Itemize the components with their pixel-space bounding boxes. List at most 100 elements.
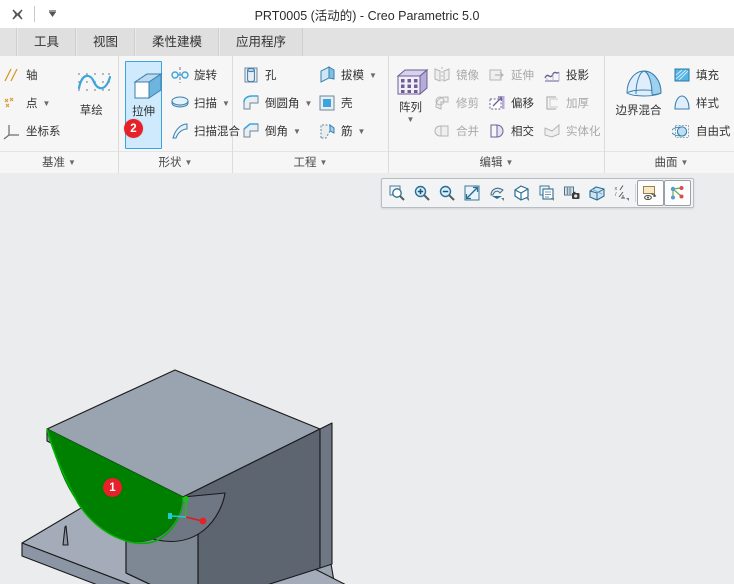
chevron-down-icon[interactable]: ▼ [222,99,230,108]
triad-x-handle [199,517,207,525]
ribbon-item-mirror[interactable]: 镜像 [428,61,483,89]
ribbon-item-coordinate-system[interactable]: 坐标系 [0,117,66,145]
axis-icon [2,65,22,85]
ribbon-item-freestyle[interactable]: 自由式 [668,117,734,145]
close-icon-glyph [12,9,22,19]
perspective-view-icon[interactable] [584,181,609,205]
close-icon[interactable] [6,4,28,24]
swept-blend-icon [170,121,190,141]
display-style-icon[interactable] [509,181,534,205]
ribbon-item-extend[interactable]: 延伸 [483,61,538,89]
editing-column-2: 延伸 偏移 相交 [483,61,538,145]
chevron-down-icon[interactable]: ▼ [369,71,377,80]
quick-access-toolbar [0,0,63,28]
ribbon-group-shapes-label[interactable]: 形状 ▼ [119,151,232,173]
customize-dropdown-icon[interactable] [41,4,63,24]
ribbon-item-fill[interactable]: 填充 [668,61,734,89]
chamfer-icon [241,121,261,141]
triad-z-handle [168,513,172,519]
view-toolbar[interactable]: x / [381,178,694,208]
thicken-icon [542,93,562,113]
ribbon-item-hole[interactable]: 孔 [237,61,313,89]
zoom-to-selection-icon[interactable] [384,181,409,205]
tab-applications[interactable]: 应用程序 [219,28,304,56]
ribbon-item-thicken[interactable]: 加厚 [538,89,600,117]
chevron-down-icon: ▼ [680,158,689,167]
ribbon-item-merge[interactable]: 合并 [428,117,483,145]
ribbon-group-surfaces-label[interactable]: 曲面 ▼ [605,151,734,173]
graphics-area[interactable]: 1 x / [0,173,734,584]
chevron-down-icon[interactable]: ▼ [293,127,301,136]
round-icon [241,93,261,113]
ribbon-item-freestyle-label: 自由式 [696,126,731,138]
engineering-column-1: 孔 倒圆角 ▼ 倒角 ▼ [237,61,313,145]
ribbon-item-solidify-label: 实体化 [566,126,601,138]
tab-flexible-modeling[interactable]: 柔性建模 [135,28,220,56]
ribbon-item-pattern[interactable]: 阵列 ▼ [393,61,428,124]
ribbon-item-fill-label: 填充 [696,70,719,82]
ribbon-item-shell[interactable]: 壳 [313,89,384,117]
ribbon-item-hole-label: 孔 [265,70,277,82]
ribbon-item-shell-label: 壳 [341,98,353,110]
chevron-down-icon [48,9,56,17]
ribbon-item-merge-label: 合并 [456,126,479,138]
ribbon-group-engineering-body: 孔 倒圆角 ▼ 倒角 ▼ 拔模 ▼ 壳 筋 ▼ [233,56,388,151]
window-title: PRT0005 (活动的) - Creo Parametric 5.0 [254,8,480,23]
ribbon-group-editing: 阵列 ▼ 镜像 修剪 合并 延伸 偏移 相交 投影 加厚 实体化 编辑 ▼ [389,56,605,173]
zoom-out-icon[interactable] [434,181,459,205]
view-manager-icon[interactable] [559,181,584,205]
tab-tools[interactable]: 工具 [17,28,77,56]
ribbon-item-draft[interactable]: 拔模 ▼ [313,61,384,89]
ribbon-item-sketch[interactable]: 草绘 [68,61,114,118]
chevron-down-icon[interactable]: ▼ [43,99,51,108]
ribbon-item-axis[interactable]: 轴 [0,61,66,89]
ribbon-item-solidify[interactable]: 实体化 [538,117,601,145]
fill-icon [672,65,692,85]
ribbon-item-revolve[interactable]: 旋转 [166,61,228,89]
annotation-display-icon[interactable] [637,180,664,206]
ribbon-item-rib[interactable]: 筋 ▼ [313,117,384,145]
triad-y-handle [183,496,189,502]
ribbon: 轴 点 ▼ 坐标系 草绘 基准 ▼ 拉伸 旋转 扫描 ▼ 扫描混合 形状 ▼ 孔… [0,56,734,174]
saved-views-icon[interactable] [534,181,559,205]
ribbon-item-round[interactable]: 倒圆角 ▼ [237,89,313,117]
ribbon-item-boundary-blend[interactable]: 边界混合 [609,61,668,118]
model-viewport[interactable] [0,173,734,584]
ribbon-item-trim[interactable]: 修剪 [428,89,483,117]
extend-icon [487,65,507,85]
freestyle-icon [671,121,692,141]
editing-column-1: 镜像 修剪 合并 [428,61,483,145]
ribbon-group-datum-label[interactable]: 基准 ▼ [0,151,118,173]
ribbon-item-swept-blend[interactable]: 扫描混合 [166,117,240,145]
ribbon-group-editing-label[interactable]: 编辑 ▼ [389,151,604,173]
ribbon-item-project[interactable]: 投影 [538,61,600,89]
ribbon-item-point[interactable]: 点 ▼ [0,89,66,117]
chevron-down-icon[interactable]: ▼ [407,115,415,124]
ribbon-item-sweep[interactable]: 扫描 ▼ [166,89,230,117]
chevron-down-icon[interactable]: ▼ [358,127,366,136]
ribbon-item-style-label: 样式 [696,98,719,110]
reorient-icon[interactable] [484,181,509,205]
ribbon-item-style[interactable]: 样式 [668,89,734,117]
datum-display-filters-icon[interactable]: x / [609,181,634,205]
zoom-in-icon[interactable] [409,181,434,205]
shell-icon [317,93,337,113]
step-badge-2: 2 [124,119,143,138]
ribbon-item-intersect[interactable]: 相交 [483,117,538,145]
ribbon-item-offset-label: 偏移 [511,98,534,110]
merge-icon [432,121,452,141]
point-icon [2,93,22,113]
tab-view[interactable]: 视图 [76,28,136,56]
ribbon-group-engineering: 孔 倒圆角 ▼ 倒角 ▼ 拔模 ▼ 壳 筋 ▼ 工程 ▼ [233,56,389,173]
chevron-down-icon[interactable]: ▼ [305,99,313,108]
ribbon-item-chamfer[interactable]: 倒角 ▼ [237,117,313,145]
ribbon-item-offset[interactable]: 偏移 [483,89,538,117]
ribbon-item-mirror-label: 镜像 [456,70,479,82]
creo-parametric-window: PRT0005 (活动的) - Creo Parametric 5.0 工具 视… [0,0,734,584]
ribbon-item-round-label: 倒圆角 [265,98,300,110]
chevron-down-icon: ▼ [505,158,514,167]
ribbon-group-engineering-label[interactable]: 工程 ▼ [233,151,388,173]
boundary-blend-icon [622,69,662,99]
spin-center-icon[interactable] [664,180,691,206]
refit-icon[interactable] [459,181,484,205]
